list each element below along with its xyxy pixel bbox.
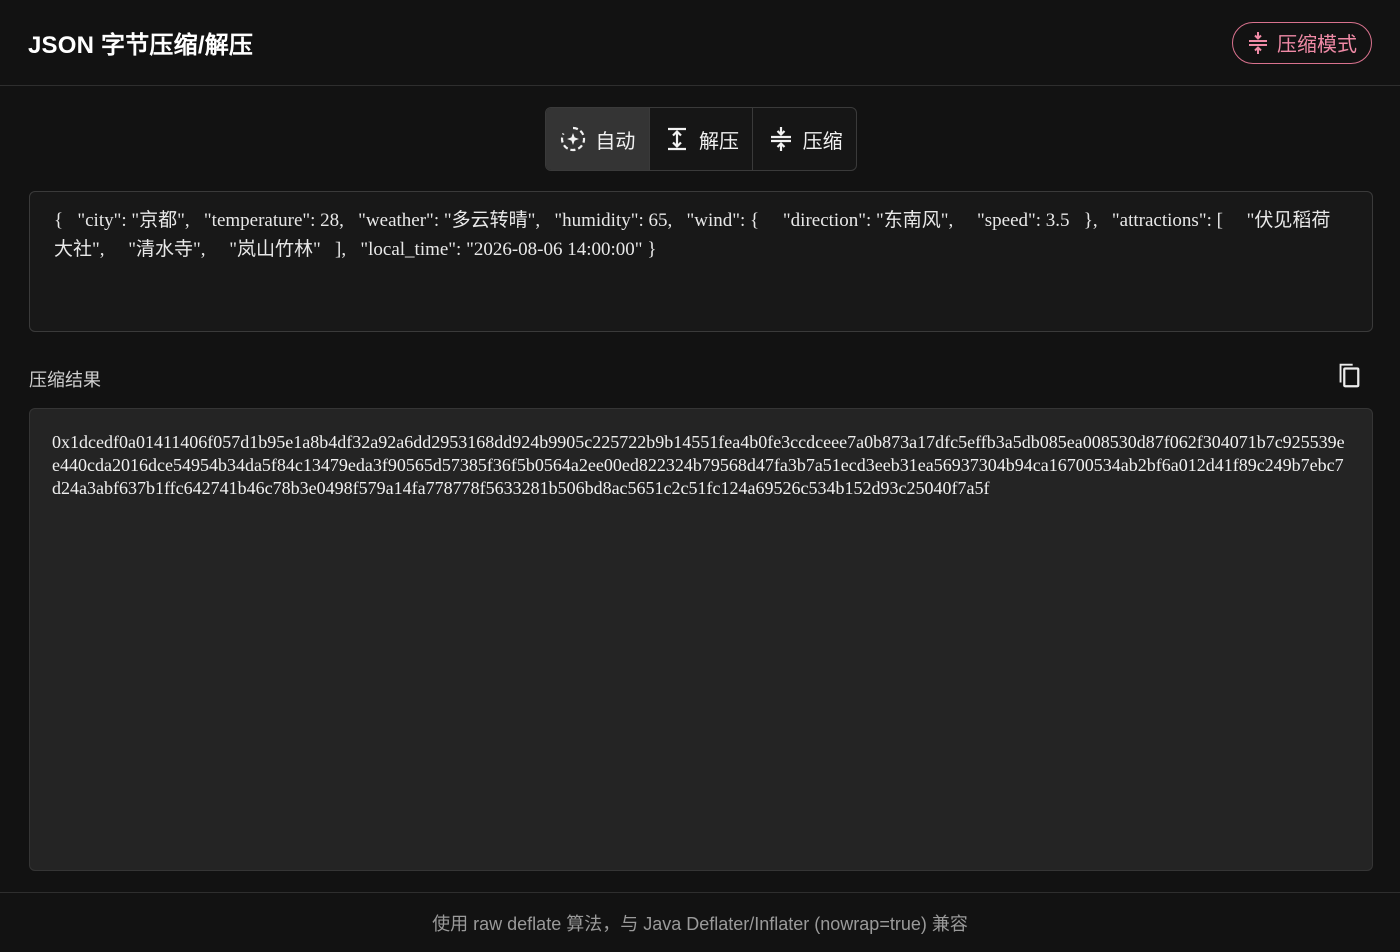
mode-decompress-label: 解压 [699, 130, 739, 153]
mode-selector: 自动 解压 压缩 [545, 107, 857, 171]
compress-icon [767, 125, 795, 153]
copy-button[interactable] [1332, 360, 1364, 394]
page-title: JSON 字节压缩/解压 [28, 32, 254, 59]
mode-auto-label: 自动 [595, 130, 636, 153]
mode-badge-label: 压缩模式 [1277, 34, 1357, 56]
app-header: JSON 字节压缩/解压 压缩模式 [0, 0, 1400, 86]
mode-compress-label: 压缩 [802, 130, 843, 153]
copy-icon [1334, 360, 1362, 395]
mode-decompress-button[interactable]: 解压 [650, 108, 754, 170]
mode-compress-button[interactable]: 压缩 [753, 108, 856, 170]
auto-sparkle-icon [559, 125, 587, 153]
mode-badge[interactable]: 压缩模式 [1232, 21, 1372, 64]
json-input[interactable]: { "city": "京都", "temperature": 28, "weat… [29, 191, 1373, 332]
compress-icon [1245, 30, 1271, 56]
footer-note: 使用 raw deflate 算法，与 Java Deflater/Inflat… [0, 892, 1400, 952]
result-output[interactable]: 0x1dcedf0a01411406f057d1b95e1a8b4df32a92… [29, 408, 1373, 871]
expand-vertical-icon [663, 125, 691, 153]
result-label: 压缩结果 [29, 370, 101, 390]
mode-auto-button[interactable]: 自动 [546, 108, 650, 170]
